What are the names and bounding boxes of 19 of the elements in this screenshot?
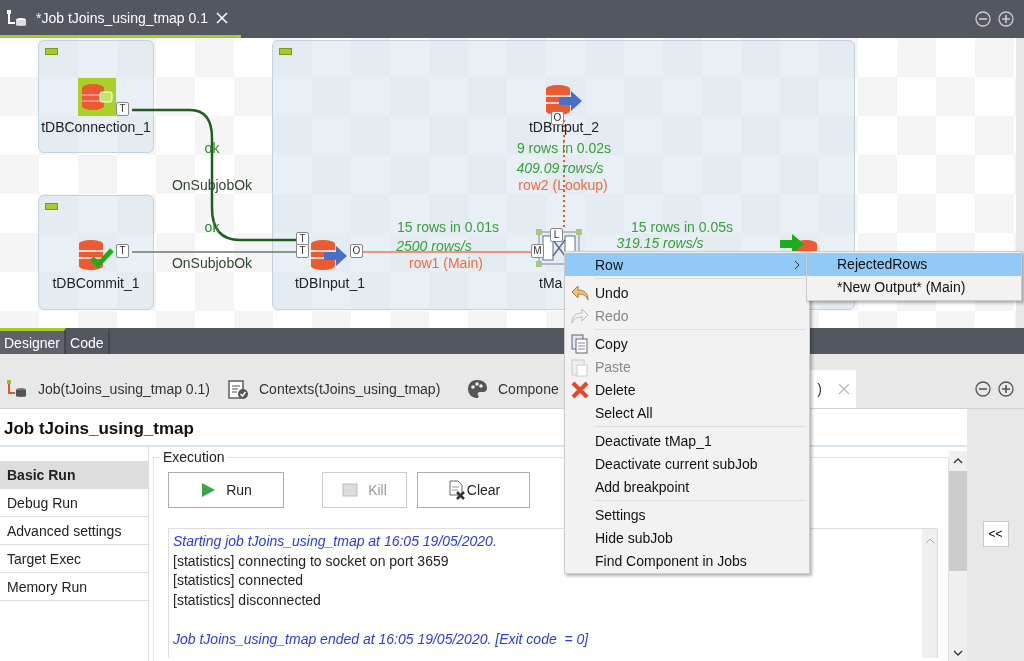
link-label: row2 (Lookup): [518, 177, 608, 193]
log-line: [statistics] disconnected: [173, 591, 321, 611]
component-label: tDBCommit_1: [52, 275, 140, 291]
log-line: Starting job tJoins_using_tmap at 16:05 19/05/2020.: [173, 532, 497, 551]
link-label: 409.09 rows/s: [516, 160, 604, 176]
link-label: 15 rows in 0.05s: [631, 219, 733, 235]
component-label: tDBConnection_1: [41, 119, 151, 135]
link-label: 319.15 rows/s: [616, 235, 704, 251]
link-label: 9 rows in 0.02s: [516, 140, 612, 156]
log-line: [statistics] connected: [173, 571, 303, 591]
link-label: OnSubjobOk: [171, 255, 253, 271]
link-label: row1 (Main): [409, 255, 483, 271]
link-label: 15 rows in 0.01s: [397, 219, 499, 235]
log-line: Job tJoins_using_tmap ended at 16:05 19/05/2020. [Exit code = 0]: [173, 629, 589, 649]
log-line: [statistics] connecting to socket on port 3659: [173, 551, 449, 571]
group-label: Execution: [160, 449, 228, 465]
component-label: tMa: [539, 275, 563, 291]
link-label: 2500 rows/s: [396, 238, 472, 254]
component-label: tDBInput_1: [294, 275, 366, 291]
